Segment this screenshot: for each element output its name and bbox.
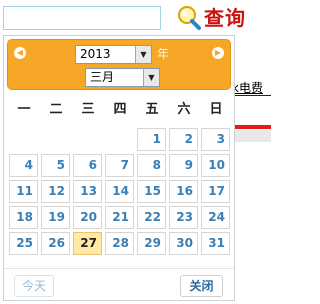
day-cell[interactable]: 29 xyxy=(137,232,166,255)
chevron-down-icon[interactable]: ▼ xyxy=(135,46,151,63)
weekday-label: 四 xyxy=(113,102,127,117)
day-cell[interactable]: 15 xyxy=(137,180,166,203)
month-value: 三月 xyxy=(90,70,115,84)
day-cell[interactable]: 20 xyxy=(73,206,102,229)
weekday-label: 五 xyxy=(145,102,159,117)
day-cell[interactable]: 6 xyxy=(73,154,102,177)
today-button[interactable]: 今天 xyxy=(14,275,54,297)
weekday-label: 三 xyxy=(81,102,95,117)
day-cell[interactable]: 14 xyxy=(105,180,134,203)
day-cell[interactable]: 5 xyxy=(41,154,70,177)
day-cell[interactable]: 28 xyxy=(105,232,134,255)
year-value: 2013 xyxy=(80,47,111,61)
weekday-label: 二 xyxy=(49,102,63,117)
day-cell[interactable]: 30 xyxy=(169,232,198,255)
next-month-icon[interactable]: ▶ xyxy=(212,47,224,59)
day-cell[interactable]: 16 xyxy=(169,180,198,203)
day-cell[interactable]: 22 xyxy=(137,206,166,229)
day-cell[interactable]: 27 xyxy=(73,232,102,255)
date-picker: ◀ 2013 ▼ 年 三月 ▼ ▶ 一 二 三 四 五 六 日 12345678… xyxy=(3,35,235,301)
weekday-label: 一 xyxy=(17,102,31,117)
day-cell[interactable]: 9 xyxy=(169,154,198,177)
day-cell[interactable]: 19 xyxy=(41,206,70,229)
query-label: 查询 xyxy=(204,6,246,30)
day-cell[interactable]: 26 xyxy=(41,232,70,255)
day-cell[interactable]: 3 xyxy=(201,128,230,151)
day-cell[interactable]: 18 xyxy=(9,206,38,229)
day-cell[interactable]: 31 xyxy=(201,232,230,255)
weekday-label: 日 xyxy=(209,102,223,117)
day-cell[interactable]: 21 xyxy=(105,206,134,229)
calendar-header: ◀ 2013 ▼ 年 三月 ▼ ▶ xyxy=(7,39,231,90)
day-cell[interactable]: 17 xyxy=(201,180,230,203)
day-cell[interactable]: 2 xyxy=(169,128,198,151)
year-select[interactable]: 2013 ▼ xyxy=(75,45,152,64)
background-grey-bar xyxy=(232,130,271,142)
background-link-fragment[interactable]: k电费 xyxy=(232,79,263,96)
month-select[interactable]: 三月 ▼ xyxy=(85,68,160,87)
day-cell[interactable]: 10 xyxy=(201,154,230,177)
year-suffix: 年 xyxy=(157,47,170,61)
footer-divider xyxy=(4,268,234,269)
prev-month-icon[interactable]: ◀ xyxy=(14,47,26,59)
day-cell[interactable]: 11 xyxy=(9,180,38,203)
weekday-header: 一 二 三 四 五 六 日 xyxy=(8,98,232,117)
background-divider xyxy=(232,95,271,96)
day-cell[interactable]: 12 xyxy=(41,180,70,203)
search-input[interactable] xyxy=(3,6,161,30)
day-cell[interactable]: 7 xyxy=(105,154,134,177)
day-cell[interactable]: 25 xyxy=(9,232,38,255)
weekday-label: 六 xyxy=(177,102,191,117)
day-cell[interactable]: 8 xyxy=(137,154,166,177)
query-button[interactable]: 查询 xyxy=(176,4,268,32)
day-cell[interactable]: 4 xyxy=(9,154,38,177)
day-cell[interactable]: 23 xyxy=(169,206,198,229)
background-red-bar xyxy=(232,125,271,129)
chevron-down-icon[interactable]: ▼ xyxy=(143,69,159,86)
day-cell[interactable]: 1 xyxy=(137,128,166,151)
magnifier-icon xyxy=(176,5,202,31)
day-cell[interactable]: 24 xyxy=(201,206,230,229)
day-cell[interactable]: 13 xyxy=(73,180,102,203)
close-button[interactable]: 关闭 xyxy=(180,275,223,297)
